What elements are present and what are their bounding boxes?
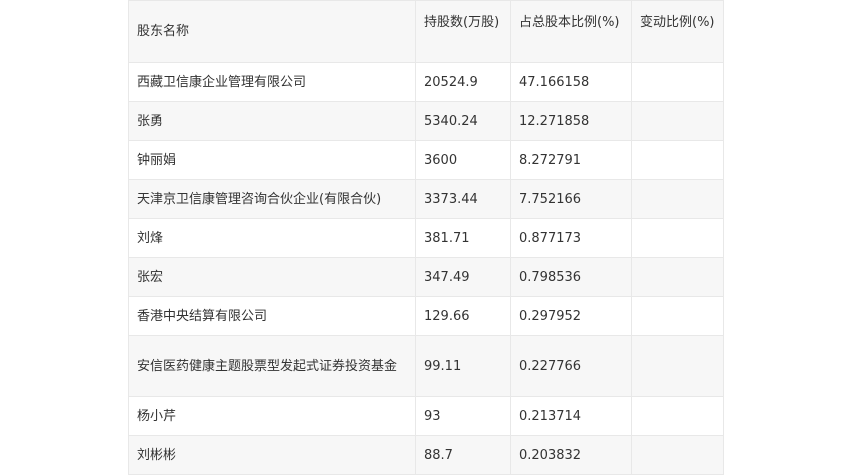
cell-change — [631, 296, 724, 336]
table-row: 刘彬彬 88.7 0.203832 — [128, 435, 724, 475]
cell-change — [631, 335, 724, 397]
cell-change — [631, 396, 724, 436]
cell-shareholder-name: 张勇 — [128, 101, 416, 141]
table-row: 钟丽娟 3600 8.272791 — [128, 140, 724, 180]
cell-shares: 381.71 — [415, 218, 511, 258]
cell-shares: 20524.9 — [415, 62, 511, 102]
table-header: 股东名称 持股数(万股) 占总股本比例(%) 变动比例(%) — [128, 0, 724, 63]
cell-ratio: 8.272791 — [510, 140, 632, 180]
cell-shares: 99.11 — [415, 335, 511, 397]
cell-ratio: 7.752166 — [510, 179, 632, 219]
cell-shareholder-name: 刘烽 — [128, 218, 416, 258]
header-change: 变动比例(%) — [631, 0, 724, 63]
cell-change — [631, 140, 724, 180]
cell-change — [631, 101, 724, 141]
cell-shares: 93 — [415, 396, 511, 436]
cell-change — [631, 257, 724, 297]
table-row: 刘烽 381.71 0.877173 — [128, 218, 724, 258]
cell-ratio: 0.227766 — [510, 335, 632, 397]
cell-shareholder-name: 杨小芹 — [128, 396, 416, 436]
cell-ratio: 0.798536 — [510, 257, 632, 297]
cell-change — [631, 179, 724, 219]
cell-shares: 3600 — [415, 140, 511, 180]
cell-change — [631, 218, 724, 258]
cell-shares: 88.7 — [415, 435, 511, 475]
cell-ratio: 0.297952 — [510, 296, 632, 336]
cell-shareholder-name: 张宏 — [128, 257, 416, 297]
table-body: 西藏卫信康企业管理有限公司 20524.9 47.166158 张勇 5340.… — [128, 62, 724, 475]
cell-ratio: 0.877173 — [510, 218, 632, 258]
cell-ratio: 47.166158 — [510, 62, 632, 102]
cell-ratio: 12.271858 — [510, 101, 632, 141]
cell-shareholder-name: 天津京卫信康管理咨询合伙企业(有限合伙) — [128, 179, 416, 219]
cell-change — [631, 62, 724, 102]
header-ratio: 占总股本比例(%) — [510, 0, 632, 63]
cell-shareholder-name: 刘彬彬 — [128, 435, 416, 475]
header-row: 股东名称 持股数(万股) 占总股本比例(%) 变动比例(%) — [128, 0, 724, 63]
table-row: 杨小芹 93 0.213714 — [128, 396, 724, 436]
cell-shares: 129.66 — [415, 296, 511, 336]
cell-shareholder-name: 香港中央结算有限公司 — [128, 296, 416, 336]
shareholder-table-container: 股东名称 持股数(万股) 占总股本比例(%) 变动比例(%) 西藏卫信康企业管理… — [128, 0, 724, 475]
table-row: 安信医药健康主题股票型发起式证券投资基金 99.11 0.227766 — [128, 335, 724, 397]
cell-shareholder-name: 钟丽娟 — [128, 140, 416, 180]
cell-change — [631, 435, 724, 475]
cell-shares: 3373.44 — [415, 179, 511, 219]
table-row: 天津京卫信康管理咨询合伙企业(有限合伙) 3373.44 7.752166 — [128, 179, 724, 219]
cell-ratio: 0.203832 — [510, 435, 632, 475]
shareholder-table: 股东名称 持股数(万股) 占总股本比例(%) 变动比例(%) 西藏卫信康企业管理… — [128, 0, 724, 475]
table-row: 张宏 347.49 0.798536 — [128, 257, 724, 297]
cell-shareholder-name: 西藏卫信康企业管理有限公司 — [128, 62, 416, 102]
table-row: 张勇 5340.24 12.271858 — [128, 101, 724, 141]
header-shares: 持股数(万股) — [415, 0, 511, 63]
cell-shareholder-name: 安信医药健康主题股票型发起式证券投资基金 — [128, 335, 416, 397]
cell-ratio: 0.213714 — [510, 396, 632, 436]
header-shareholder-name: 股东名称 — [128, 0, 416, 63]
cell-shares: 5340.24 — [415, 101, 511, 141]
cell-shares: 347.49 — [415, 257, 511, 297]
table-row: 香港中央结算有限公司 129.66 0.297952 — [128, 296, 724, 336]
table-row: 西藏卫信康企业管理有限公司 20524.9 47.166158 — [128, 62, 724, 102]
